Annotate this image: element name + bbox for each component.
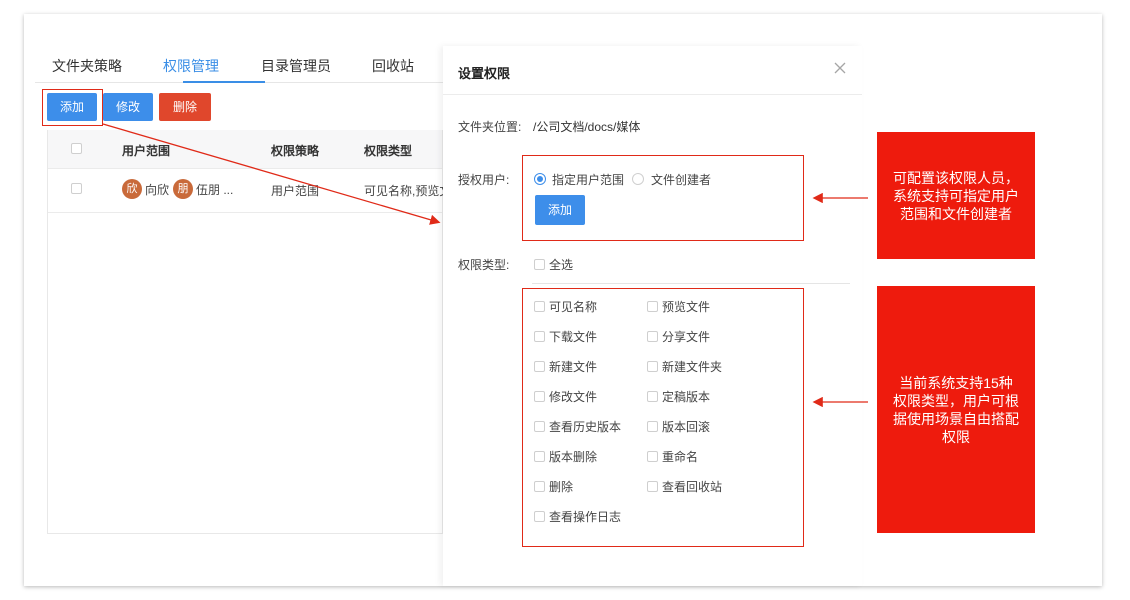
arrow-add-to-panel bbox=[102, 123, 441, 225]
annotation-arrows bbox=[102, 123, 868, 408]
